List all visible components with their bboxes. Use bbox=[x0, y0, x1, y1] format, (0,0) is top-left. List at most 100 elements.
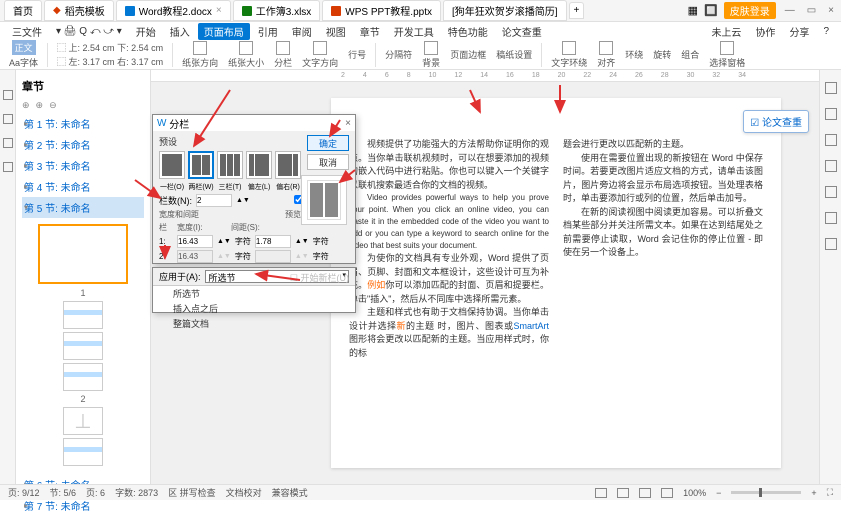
outline-item[interactable]: ▸第 3 节: 未命名 bbox=[22, 155, 144, 176]
cols-input[interactable] bbox=[196, 194, 232, 207]
zoom-value[interactable]: 100% bbox=[683, 488, 706, 498]
dialog-titlebar[interactable]: W 分栏 × bbox=[153, 115, 355, 131]
dialog-close-icon[interactable]: × bbox=[345, 118, 351, 129]
mini-thumb[interactable]: ⊥ bbox=[63, 407, 103, 435]
menu-ref[interactable]: 引用 bbox=[252, 23, 284, 40]
help-icon[interactable]: ? bbox=[817, 25, 835, 38]
mini-thumb[interactable] bbox=[63, 363, 103, 391]
mini-thumb[interactable] bbox=[63, 332, 103, 360]
wps-icon[interactable]: 🔲 bbox=[704, 4, 718, 17]
view-outline-icon[interactable] bbox=[617, 488, 629, 498]
fullscreen-icon[interactable]: ⛶ bbox=[827, 487, 833, 498]
tab-xls[interactable]: 工作簿3.xlsx bbox=[233, 0, 321, 21]
style-icon[interactable] bbox=[825, 108, 837, 120]
ribbon-paper[interactable]: 稿纸设置 bbox=[493, 48, 535, 61]
ribbon-columns[interactable]: 分栏 bbox=[271, 41, 295, 69]
ribbon-size[interactable]: 纸张大小 bbox=[225, 41, 267, 69]
ok-button[interactable]: 确定 bbox=[307, 135, 349, 151]
preset-two[interactable] bbox=[188, 151, 214, 179]
status-compat[interactable]: 兼容模式 bbox=[272, 486, 308, 499]
skin-button[interactable]: 皮肤登录 bbox=[724, 2, 776, 19]
close-icon[interactable]: × bbox=[216, 5, 222, 16]
zoom-in-icon[interactable]: + bbox=[811, 488, 816, 498]
zoom-out-icon[interactable]: − bbox=[716, 488, 721, 498]
view-page-icon[interactable] bbox=[595, 488, 607, 498]
menu-pagelayout[interactable]: 页面布局 bbox=[198, 23, 250, 40]
ribbon-select[interactable]: 选择窗格 bbox=[706, 41, 748, 69]
ribbon-rotate[interactable]: 旋转 bbox=[650, 48, 674, 61]
sidebar-icon-1[interactable] bbox=[3, 90, 13, 100]
ribbon-bg[interactable]: 背景 bbox=[419, 41, 443, 69]
sidebar-icon-2[interactable] bbox=[3, 114, 13, 124]
outline-add2-icon[interactable]: ⊕ bbox=[36, 100, 44, 111]
menu-insert[interactable]: 插入 bbox=[164, 23, 196, 40]
view-read-icon[interactable] bbox=[661, 488, 673, 498]
status-page[interactable]: 页: 9/12 bbox=[8, 486, 40, 499]
preset-right[interactable] bbox=[275, 151, 301, 179]
spacing-1-input[interactable] bbox=[255, 235, 291, 248]
outline-del-icon[interactable]: ⊖ bbox=[49, 100, 57, 111]
menu-feature[interactable]: 特色功能 bbox=[442, 23, 494, 40]
check-icon[interactable] bbox=[825, 186, 837, 198]
outline-add-icon[interactable]: ⊕ bbox=[22, 100, 30, 111]
limit-icon[interactable] bbox=[825, 160, 837, 172]
ribbon-lineno[interactable]: 行号 bbox=[345, 48, 369, 61]
thesis-check-button[interactable]: ☑ 论文查重 bbox=[743, 110, 809, 133]
outline-item-selected[interactable]: ▾第 5 节: 未命名 bbox=[22, 197, 144, 218]
menu-section[interactable]: 章节 bbox=[354, 23, 386, 40]
menu-review[interactable]: 审阅 bbox=[286, 23, 318, 40]
sidebar-icon-4[interactable] bbox=[3, 162, 13, 172]
status-pagex[interactable]: 页: 6 bbox=[86, 486, 105, 499]
menu-start[interactable]: 开始 bbox=[130, 23, 162, 40]
tab-template[interactable]: ◆稻壳模板 bbox=[44, 0, 114, 21]
ribbon-border[interactable]: 页面边框 bbox=[447, 48, 489, 61]
menu-view[interactable]: 视图 bbox=[320, 23, 352, 40]
select-icon[interactable] bbox=[825, 134, 837, 146]
cloud-status[interactable]: 未上云 bbox=[705, 23, 747, 40]
status-section[interactable]: 节: 5/6 bbox=[50, 486, 77, 499]
collab[interactable]: 协作 bbox=[749, 23, 781, 40]
prop-icon[interactable] bbox=[825, 82, 837, 94]
sidebar-icon-3[interactable] bbox=[3, 138, 13, 148]
applyto-option[interactable]: 整篇文档 bbox=[153, 316, 355, 331]
status-spell[interactable]: 区 拼写检查 bbox=[168, 486, 216, 499]
grid-icon[interactable]: ▦ bbox=[688, 4, 698, 17]
applyto-option[interactable]: 所选节 bbox=[153, 286, 355, 301]
ribbon-theme[interactable]: 正文Aa字体 bbox=[6, 40, 41, 69]
preset-left[interactable] bbox=[246, 151, 272, 179]
tab-doc-active[interactable]: Word教程2.docx× bbox=[116, 0, 231, 21]
share[interactable]: 分享 bbox=[783, 23, 815, 40]
menu-thesis[interactable]: 论文查重 bbox=[496, 23, 548, 40]
tab-other[interactable]: [狗年狂欢贺岁滚播简历] bbox=[443, 0, 567, 21]
ribbon-wrap2[interactable]: 环绕 bbox=[622, 48, 646, 61]
restore-icon[interactable]: ▭ bbox=[804, 5, 819, 16]
tool-icon[interactable] bbox=[825, 212, 837, 224]
document-page[interactable]: 视频提供了功能强大的方法帮助你证明你的观点。当你单击联机视频时，可以在想要添加的… bbox=[331, 98, 781, 468]
ribbon-textdir[interactable]: 文字方向 bbox=[299, 41, 341, 69]
menu-file[interactable]: 三文件 bbox=[6, 23, 48, 40]
tab-home[interactable]: 首页 bbox=[4, 0, 42, 21]
min-icon[interactable]: — bbox=[782, 5, 798, 16]
qat-icons[interactable]: ▾ 🖨 Q ⤺ ⤻ ▾ bbox=[50, 25, 128, 38]
preset-one[interactable] bbox=[159, 151, 185, 179]
applyto-option[interactable]: 插入点之后 bbox=[153, 301, 355, 316]
zoom-slider[interactable] bbox=[731, 491, 801, 494]
mini-thumb[interactable] bbox=[63, 301, 103, 329]
status-words[interactable]: 字数: 2873 bbox=[115, 486, 158, 499]
close-window-icon[interactable]: × bbox=[825, 5, 837, 16]
ribbon-margins[interactable]: ⬚ 上: 2.54 cm 下: 2.54 cm ⬚ 左: 3.17 cm 右: … bbox=[54, 41, 166, 68]
ribbon-align[interactable]: 对齐 bbox=[594, 41, 618, 69]
tab-add[interactable]: + bbox=[569, 2, 585, 19]
ribbon-group[interactable]: 组合 bbox=[678, 48, 702, 61]
width-1-input[interactable] bbox=[177, 235, 213, 248]
horizontal-ruler[interactable]: 246810121416182022242628303234 bbox=[151, 70, 819, 82]
cancel-button[interactable]: 取消 bbox=[307, 154, 349, 170]
xml-icon[interactable] bbox=[825, 238, 837, 250]
mini-thumb[interactable] bbox=[63, 438, 103, 466]
ribbon-orient[interactable]: 纸张方向 bbox=[179, 41, 221, 69]
tab-ppt[interactable]: WPS PPT教程.pptx bbox=[322, 0, 441, 21]
outline-item[interactable]: ▸第 4 节: 未命名 bbox=[22, 176, 144, 197]
menu-dev[interactable]: 开发工具 bbox=[388, 23, 440, 40]
status-doc[interactable]: 文档校对 bbox=[226, 486, 262, 499]
outline-item[interactable]: ▸第 2 节: 未命名 bbox=[22, 134, 144, 155]
